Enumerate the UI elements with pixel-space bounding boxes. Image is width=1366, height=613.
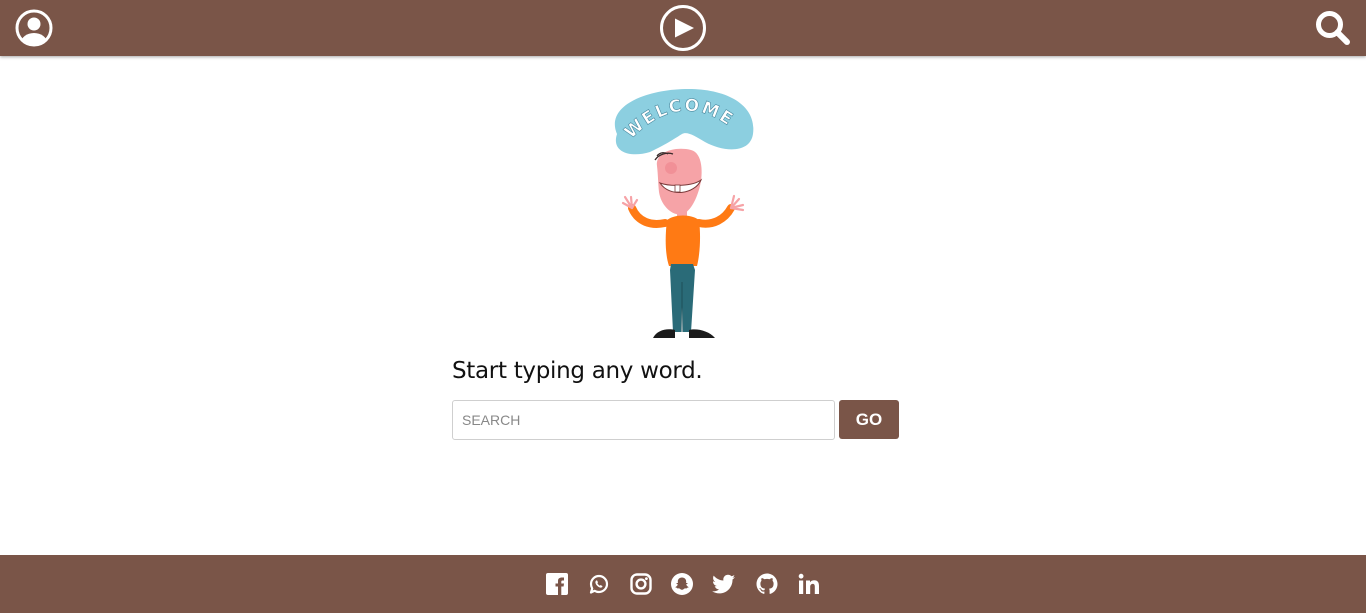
- whatsapp-icon: [589, 574, 609, 594]
- instagram-link[interactable]: [629, 572, 653, 596]
- go-button[interactable]: GO: [839, 400, 899, 439]
- user-circle-icon: [15, 9, 53, 47]
- welcome-character-image: WELCOME: [614, 88, 754, 338]
- user-profile-button[interactable]: [14, 8, 54, 48]
- instagram-icon: [630, 573, 652, 595]
- facebook-link[interactable]: [545, 572, 569, 596]
- whatsapp-link[interactable]: [587, 572, 611, 596]
- header-search-button[interactable]: [1313, 9, 1353, 47]
- footer-bar: [0, 555, 1366, 613]
- search-icon: [1316, 11, 1350, 45]
- twitter-icon: [712, 574, 735, 594]
- welcome-illustration: WELCOME: [605, 86, 760, 340]
- top-navbar: [0, 0, 1366, 56]
- play-circle-icon: [660, 5, 706, 51]
- linkedin-icon: [798, 573, 819, 594]
- play-button[interactable]: [658, 4, 708, 52]
- search-prompt-text: Start typing any word.: [452, 358, 703, 384]
- github-icon: [756, 573, 778, 594]
- search-input[interactable]: [452, 400, 835, 440]
- snapchat-link[interactable]: [670, 572, 694, 596]
- linkedin-link[interactable]: [797, 572, 821, 596]
- github-link[interactable]: [755, 572, 779, 596]
- snapchat-icon: [671, 573, 693, 595]
- facebook-icon: [546, 573, 568, 595]
- twitter-link[interactable]: [712, 572, 736, 596]
